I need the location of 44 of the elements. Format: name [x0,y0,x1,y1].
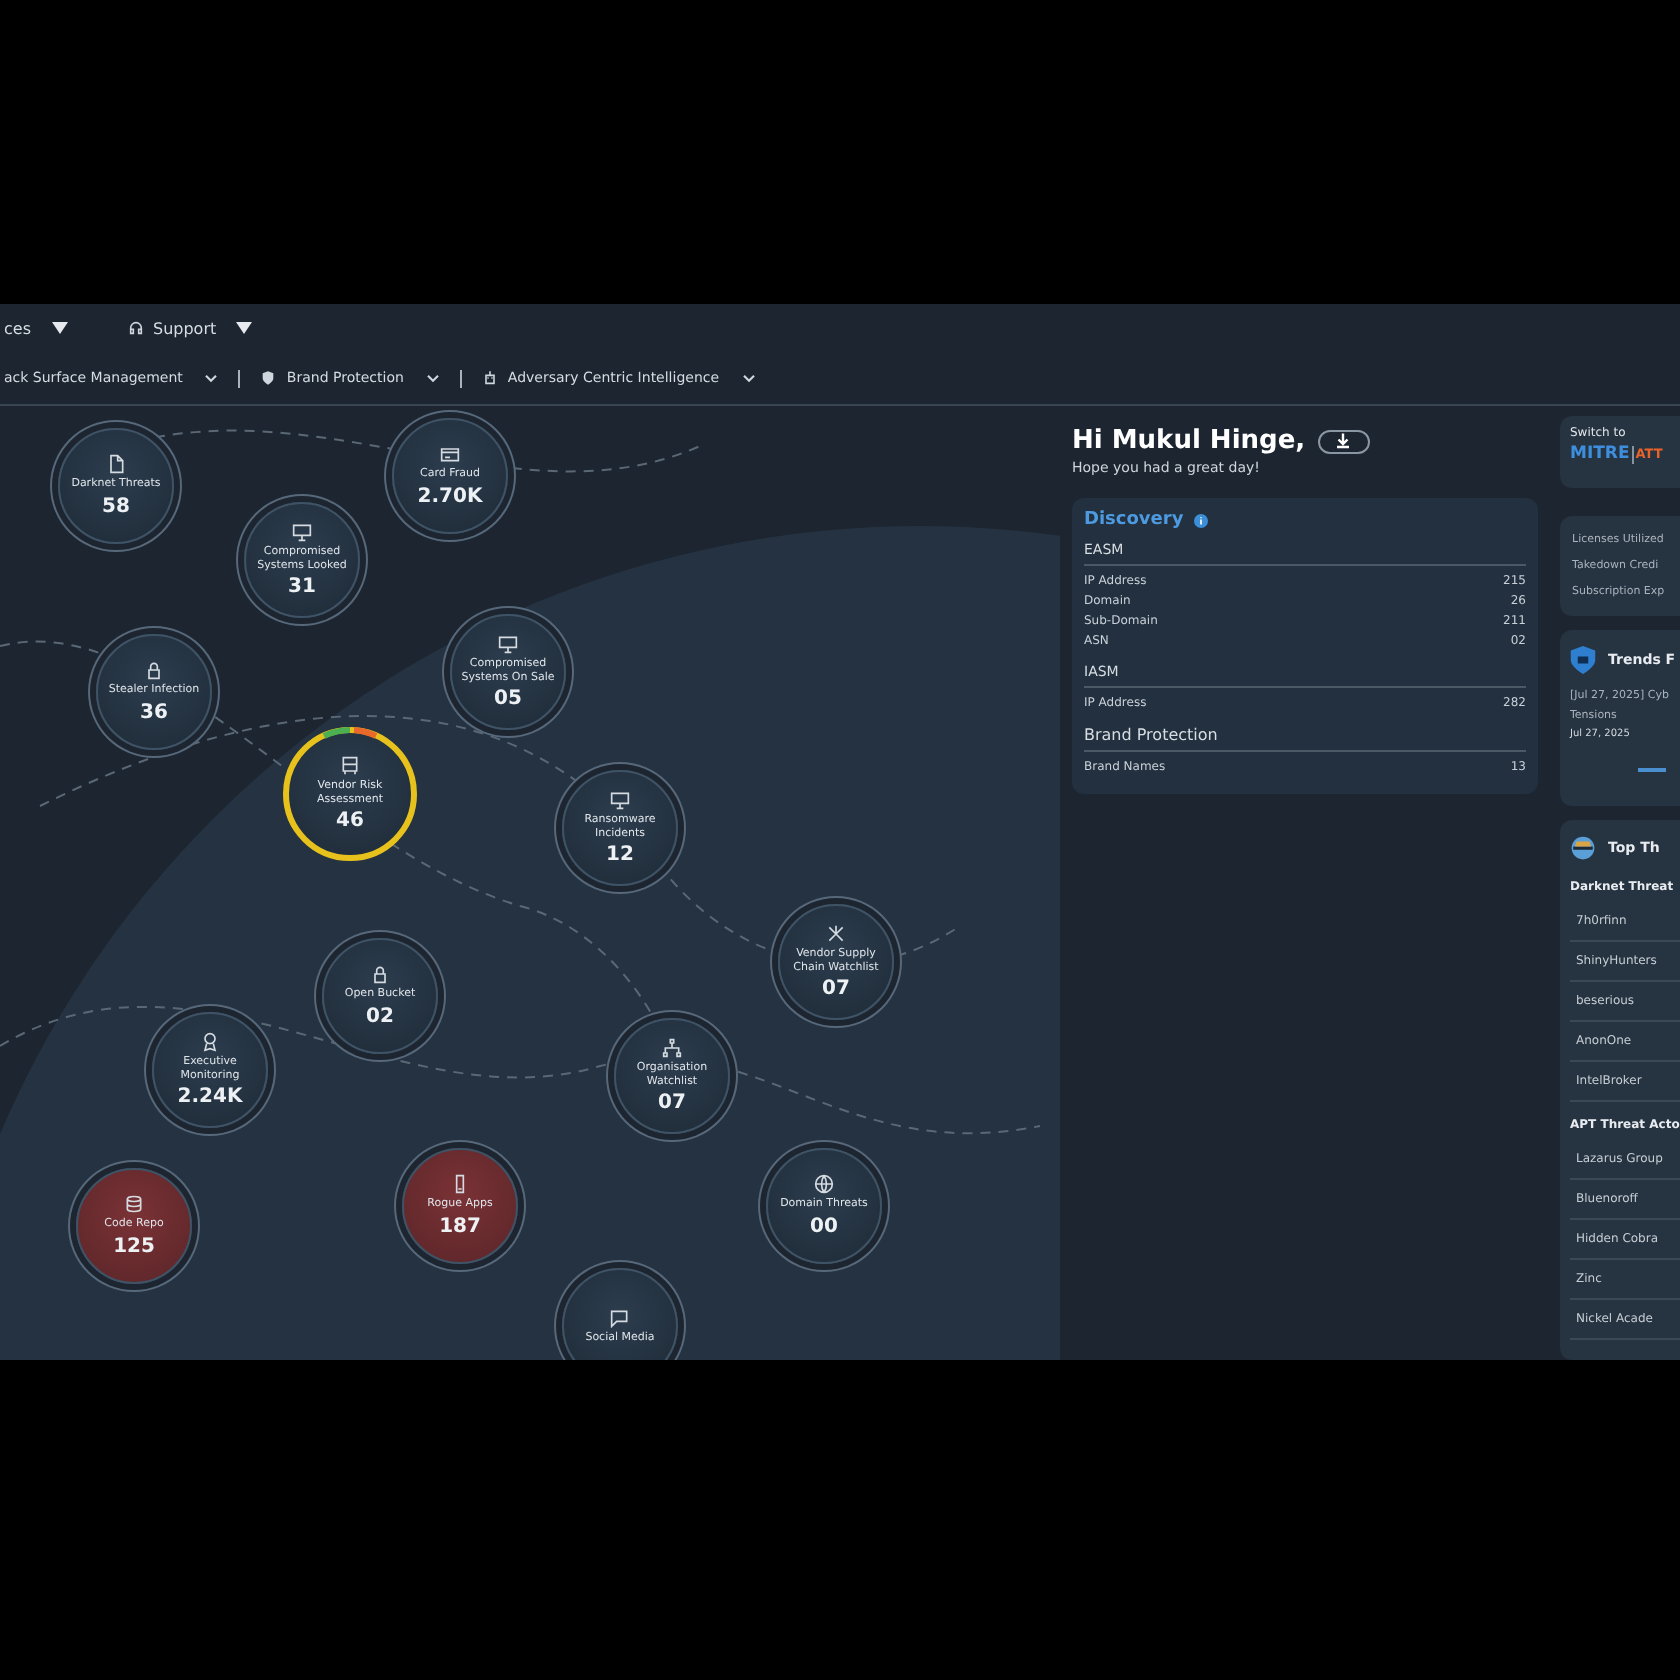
dropdown-arrow-icon [51,322,67,334]
dropdown-arrow-icon [236,322,253,334]
hacker-icon [1570,834,1596,862]
node-count: 187 [439,1215,481,1238]
node-count: 31 [288,576,316,599]
network-icon [826,923,846,944]
menu-item[interactable]: ces [4,319,67,337]
chevron-down-icon [741,373,756,383]
document-icon [106,454,126,475]
medal-icon [200,1031,220,1052]
download-icon [1334,432,1353,450]
shield-icon [1570,646,1596,674]
section-title: Brand Protection [1084,726,1526,752]
hierarchy-icon [662,1037,682,1058]
download-button[interactable] [1317,429,1370,453]
monitor-icon [498,633,518,654]
credit-card-icon [440,444,460,465]
node-count: 12 [606,844,634,867]
node-count: 125 [113,1235,155,1258]
info-icon [1193,513,1208,527]
node-count: 07 [658,1092,686,1115]
bus-icon [340,755,360,776]
globe-icon [814,1174,834,1195]
node-count: 02 [366,1005,394,1028]
node-count: 07 [822,978,850,1001]
padlock-icon [370,964,390,985]
chat-icon [610,1307,630,1328]
node-count: 36 [140,701,168,724]
monitor-icon [292,521,312,542]
monitor-icon [610,789,630,810]
chevron-down-icon [425,373,440,383]
node-count: 05 [494,688,522,711]
padlock-icon [144,660,164,681]
card-title: Discovery [1084,510,1184,530]
node-count: 46 [336,810,364,833]
menu-item[interactable]: Support [127,319,253,337]
chevron-down-icon [204,373,219,383]
node-count: 00 [810,1215,838,1238]
node-count: 2.24K [177,1086,243,1109]
node-count: 58 [102,495,130,518]
database-icon [124,1194,144,1215]
phone-icon [450,1174,470,1195]
node-count: 2.70K [417,485,483,508]
greeting-title: Hi Mukul Hinge, [1072,426,1306,456]
